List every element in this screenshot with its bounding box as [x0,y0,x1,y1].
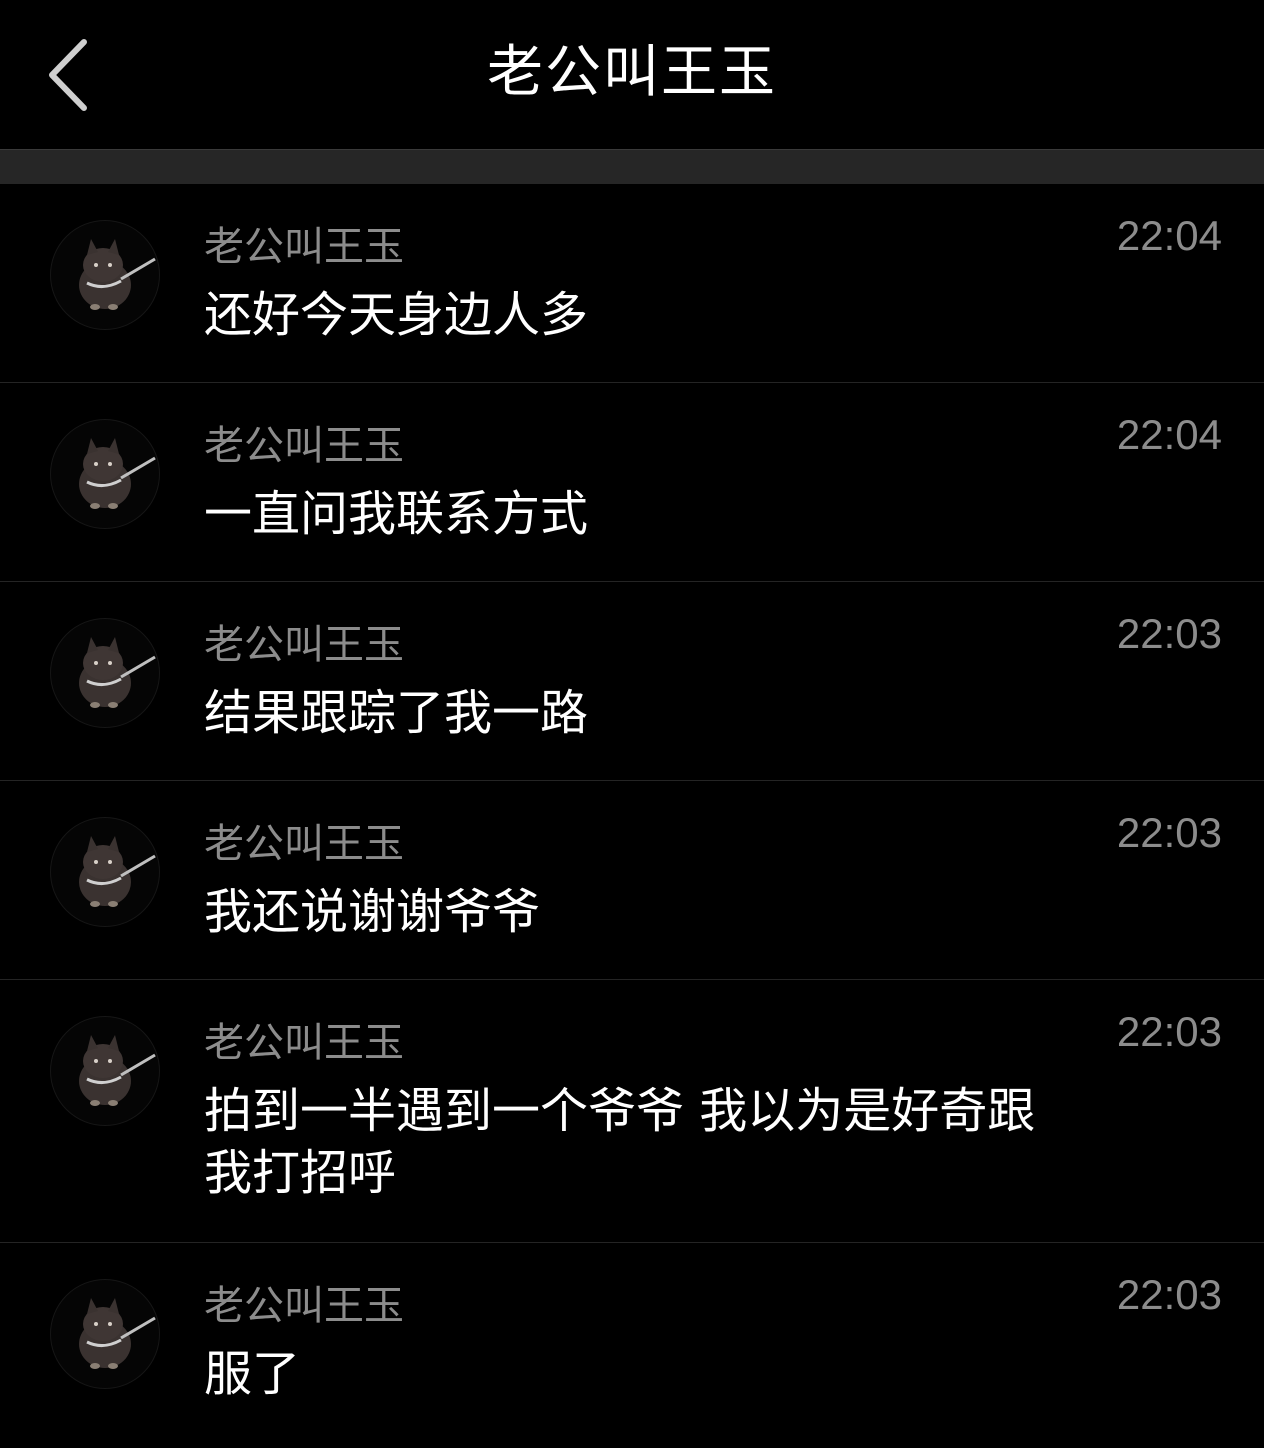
sender-name: 老公叫王玉 [204,1020,404,1066]
message-time: 22:03 [1116,610,1222,657]
message-row[interactable]: 老公叫王玉 一直问我联系方式 22:04 [0,383,1264,582]
page-title: 老公叫王玉 [487,40,777,105]
message-time: 22:04 [1116,212,1222,259]
dog-avatar-icon [79,1035,156,1106]
message-text: 拍到一半遇到一个爷爷 我以为是好奇跟我打招呼 [204,1083,1036,1201]
avatar[interactable] [50,1016,160,1126]
avatar[interactable] [50,419,160,529]
top-bar: 老公叫王玉 [0,0,1264,150]
sender-name: 老公叫王玉 [204,423,404,469]
message-list: 老公叫王玉 还好今天身边人多 22:04 老公叫王玉 一直问我联系方式 22:0… [0,184,1264,1442]
message-text: 还好今天身边人多 [204,287,589,343]
message-row[interactable]: 老公叫王玉 还好今天身边人多 22:04 [0,184,1264,383]
sender-name: 老公叫王玉 [204,821,404,867]
message-time: 22:03 [1116,809,1222,856]
avatar[interactable] [50,618,160,728]
message-text: 一直问我联系方式 [204,486,589,542]
avatar[interactable] [50,220,160,330]
message-row[interactable]: 老公叫王玉 我还说谢谢爷爷 22:03 [0,781,1264,980]
sender-name: 老公叫王玉 [204,224,404,270]
message-row[interactable]: 老公叫王玉 服了 22:03 [0,1243,1264,1442]
message-text: 服了 [204,1346,301,1402]
dog-avatar-icon [79,239,156,310]
message-time: 22:03 [1116,1271,1222,1318]
message-row[interactable]: 老公叫王玉 拍到一半遇到一个爷爷 我以为是好奇跟我打招呼 22:03 [0,980,1264,1243]
avatar[interactable] [50,1279,160,1389]
dog-avatar-icon [79,1298,156,1369]
avatar[interactable] [50,817,160,927]
message-text: 结果跟踪了我一路 [204,685,589,741]
sender-name: 老公叫王玉 [204,1283,404,1329]
message-row[interactable]: 老公叫王玉 结果跟踪了我一路 22:03 [0,582,1264,781]
header-divider-band [0,150,1264,184]
message-time: 22:03 [1116,1008,1222,1055]
dog-avatar-icon [79,836,156,907]
message-text: 我还说谢谢爷爷 [204,884,541,940]
dog-avatar-icon [79,637,156,708]
dog-avatar-icon [79,438,156,509]
message-time: 22:04 [1116,411,1222,458]
sender-name: 老公叫王玉 [204,622,404,668]
